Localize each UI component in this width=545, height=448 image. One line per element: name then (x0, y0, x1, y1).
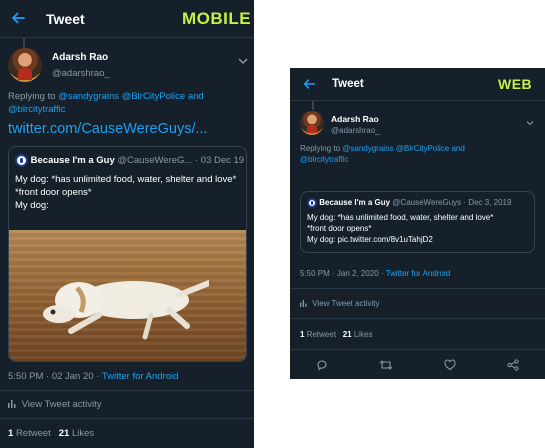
quote-line-2: *front door opens* (15, 187, 92, 199)
mobile-header: Tweet MOBILE (0, 0, 254, 38)
running-dog-image (43, 280, 209, 340)
like-label[interactable]: Likes (72, 428, 94, 439)
quote-date: · Dec 3, 2019 (463, 198, 512, 208)
like-label[interactable]: Likes (354, 330, 373, 339)
avatar[interactable] (8, 48, 42, 82)
tweet-source[interactable]: Twitter for Android (386, 269, 450, 278)
retweet-icon[interactable] (379, 359, 393, 371)
divider (290, 288, 545, 289)
like-count[interactable]: 21 (343, 330, 352, 339)
quote-author-handle: @CauseWereGuys (392, 198, 462, 208)
reply-icon[interactable] (316, 359, 328, 371)
mention-sandygrains[interactable]: @sandygrains (342, 144, 393, 153)
back-arrow-icon[interactable] (10, 10, 26, 31)
mention-blrcitypolice[interactable]: @BlrCityPolice (396, 144, 449, 153)
tweet-meta: 5:50 PM · Jan 2, 2020 · Twitter for Andr… (300, 269, 450, 278)
view-tweet-activity[interactable]: View Tweet activity (8, 399, 102, 410)
mobile-tweet-panel: Tweet MOBILE Adarsh Rao @adarshrao_ Repl… (0, 0, 254, 448)
quote-line-1: My dog: *has unlimited food, water, shel… (307, 213, 494, 222)
quote-text: My dog: *has unlimited food, water, shel… (15, 173, 243, 212)
web-tweet-panel: Tweet WEB Adarsh Rao @adarshrao_ Replyin… (290, 68, 545, 379)
quote-avatar (15, 154, 28, 167)
web-tag: WEB (498, 76, 533, 92)
reply-and: and (187, 91, 204, 102)
bar-chart-icon (300, 299, 307, 307)
mention-blrcitypolice[interactable]: @BlrCityPolice (122, 91, 186, 102)
reply-prefix: Replying to (8, 91, 56, 102)
quote-line-1: My dog: *has unlimited food, water, shel… (15, 174, 237, 185)
avatar[interactable] (300, 111, 324, 135)
author-name[interactable]: Adarsh Rao (52, 52, 108, 63)
dog-photo[interactable] (9, 230, 246, 361)
retweet-label[interactable]: Retweet (307, 330, 336, 339)
tweet-link[interactable]: twitter.com/CauseWereGuys/... (8, 121, 208, 137)
quote-header: Because I'm a Guy @CauseWereG... · 03 De… (15, 154, 244, 167)
like-count[interactable]: 21 (59, 428, 70, 439)
mention-sandygrains[interactable]: @sandygrains (58, 91, 119, 102)
divider (290, 318, 545, 319)
author-handle[interactable]: @adarshrao_ (331, 126, 380, 135)
tweet-stats: 1 Retweet 21 Likes (8, 428, 94, 439)
replying-to: Replying to @sandygrains @BlrCityPolice … (300, 144, 535, 166)
tweet-time: 5:50 PM · 02 Jan 20 · (8, 371, 102, 382)
heart-icon[interactable] (444, 359, 456, 371)
quote-author-handle: @CauseWereG... (117, 155, 193, 167)
quote-line-3: My dog: (15, 200, 49, 212)
back-arrow-icon[interactable] (302, 77, 316, 96)
page-title: Tweet (332, 78, 364, 90)
quote-line-3[interactable]: My dog: pic.twitter.com/8v1uTahjD2 (307, 234, 533, 245)
share-icon[interactable] (507, 359, 519, 371)
chevron-down-icon[interactable] (526, 113, 534, 131)
quoted-tweet[interactable]: Because I'm a Guy @CauseWereGuys · Dec 3… (300, 191, 535, 253)
mention-blrcitytraffic[interactable]: @blrcitytraffic (300, 155, 348, 164)
tweet-source[interactable]: Twitter for Android (102, 371, 179, 382)
tweet-meta: 5:50 PM · 02 Jan 20 · Twitter for Androi… (8, 371, 178, 382)
quote-avatar (307, 198, 317, 208)
quote-date: · 03 Dec 19 (194, 155, 245, 167)
mention-blrcitytraffic[interactable]: @blrcitytraffic (8, 104, 66, 115)
tweet-actions (290, 356, 545, 374)
quote-header: Because I'm a Guy @CauseWereGuys · Dec 3… (307, 198, 511, 208)
divider (0, 418, 254, 419)
bar-chart-icon (8, 400, 16, 408)
reply-and: and (451, 144, 465, 153)
activity-label: View Tweet activity (21, 399, 102, 410)
retweet-count[interactable]: 1 (300, 330, 304, 339)
quote-author-name: Because I'm a Guy (30, 155, 115, 167)
divider (290, 349, 545, 350)
quote-line-2: *front door opens* (307, 224, 372, 234)
quote-author-name: Because I'm a Guy (319, 198, 391, 208)
divider (0, 390, 254, 391)
mobile-tag: MOBILE (182, 9, 252, 28)
tweet-time: 5:50 PM · Jan 2, 2020 · (300, 269, 386, 278)
web-header: Tweet WEB (290, 68, 545, 101)
retweet-label[interactable]: Retweet (16, 428, 51, 439)
view-tweet-activity[interactable]: View Tweet activity (300, 299, 380, 308)
quote-text: My dog: *has unlimited food, water, shel… (307, 212, 533, 246)
author-handle[interactable]: @adarshrao_ (52, 68, 110, 79)
tweet-stats: 1 Retweet 21 Likes (300, 330, 373, 339)
quoted-tweet[interactable]: Because I'm a Guy @CauseWereG... · 03 De… (8, 146, 247, 362)
chevron-down-icon[interactable] (238, 52, 248, 70)
retweet-count[interactable]: 1 (8, 428, 13, 439)
page-title: Tweet (46, 11, 85, 27)
reply-prefix: Replying to (300, 144, 341, 153)
thread-line (312, 101, 314, 110)
activity-label: View Tweet activity (312, 299, 380, 308)
author-name[interactable]: Adarsh Rao (331, 114, 379, 124)
replying-to: Replying to @sandygrains @BlrCityPolice … (8, 91, 248, 117)
